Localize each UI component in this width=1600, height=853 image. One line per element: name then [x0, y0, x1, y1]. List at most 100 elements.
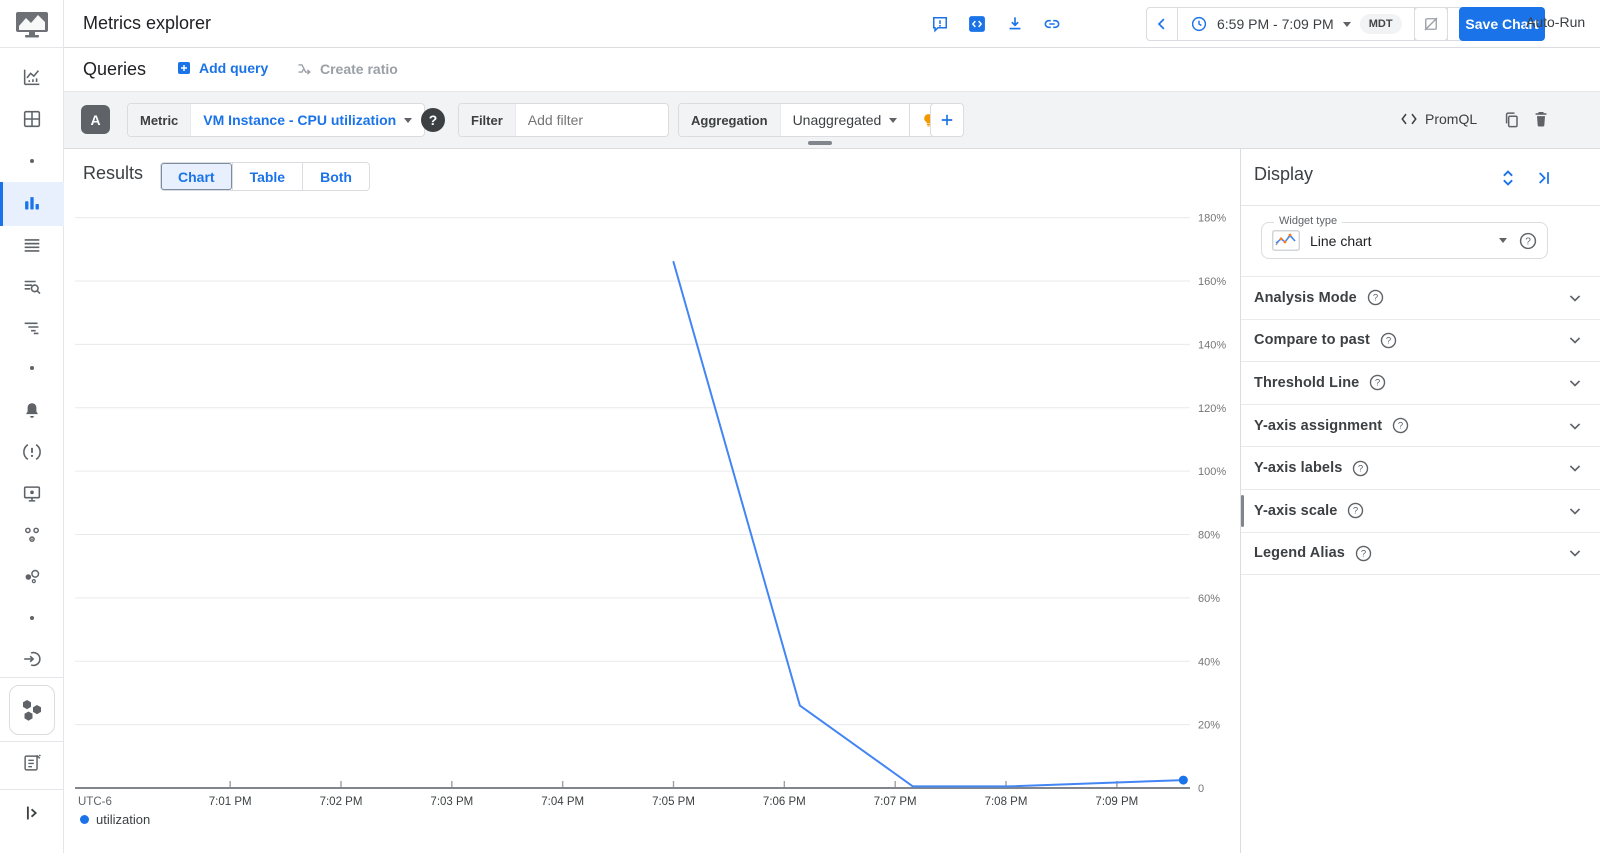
display-section-analysis-mode[interactable]: Analysis Mode? [1241, 277, 1600, 320]
display-section-y-axis-scale[interactable]: Y-axis scale? [1241, 490, 1600, 533]
aggregation-selector[interactable]: Aggregation Unaggregated [678, 103, 948, 137]
x-tick-label: 7:03 PM [430, 796, 473, 808]
help-icon: ? [1380, 332, 1397, 349]
queries-bar: Queries Add query Create ratio ✓ Auto-Ru… [64, 14, 1600, 128]
code-icon[interactable] [967, 14, 987, 34]
unfold-icon[interactable] [1497, 167, 1519, 189]
alerting-bell-icon[interactable] [21, 400, 43, 422]
metric-selector[interactable]: Metric VM Instance - CPU utilization [127, 103, 426, 137]
sidebar-pinned-product[interactable] [9, 685, 55, 735]
series-utilization [672, 261, 1185, 788]
line-chart-mini-icon [1272, 230, 1300, 251]
widget-type-field[interactable]: Widget type Line chart ? [1261, 215, 1548, 259]
display-section-threshold-line[interactable]: Threshold Line? [1241, 362, 1600, 405]
auto-run-label: Auto-Run [1526, 14, 1586, 30]
timezone-label: UTC-6 [78, 796, 112, 808]
sidebar-dot-item[interactable] [30, 366, 34, 370]
svg-text:?: ? [1398, 421, 1403, 432]
x-tick-label: 7:08 PM [985, 796, 1028, 808]
sidebar-dot-item[interactable] [30, 159, 34, 163]
chevron-down-icon [1569, 295, 1581, 302]
display-title: Display [1254, 164, 1314, 184]
time-range-dropdown[interactable]: 6:59 PM - 7:09 PM MDT [1178, 8, 1414, 40]
services-icon[interactable] [21, 524, 43, 546]
filter-field[interactable]: Filter [458, 103, 669, 137]
help-icon: ? [1353, 460, 1369, 476]
app: { "header": { "title": "Metrics explorer… [0, 0, 1600, 853]
chevron-left-icon [1157, 18, 1165, 30]
add-query-button[interactable]: Add query [176, 60, 268, 76]
help-icon[interactable]: ? [1519, 232, 1537, 250]
plus-icon [941, 114, 953, 126]
display-section-y-axis-labels[interactable]: Y-axis labels? [1241, 447, 1600, 490]
topology-icon[interactable] [21, 566, 43, 588]
delete-icon[interactable] [1531, 109, 1551, 129]
display-section-legend-alias[interactable]: Legend Alias? [1241, 533, 1600, 576]
error-reporting-icon[interactable] [21, 441, 43, 463]
trace-icon[interactable] [21, 316, 43, 338]
sidebar-dot-item[interactable] [30, 616, 34, 620]
svg-text:?: ? [1375, 378, 1380, 389]
link-icon[interactable] [1042, 14, 1062, 34]
queries-title: Queries [83, 59, 147, 79]
x-tick-label: 7:02 PM [320, 796, 363, 808]
add-sub-query-button[interactable] [930, 103, 964, 137]
x-tick-label: 7:06 PM [763, 796, 806, 808]
monitoring-logo[interactable] [0, 0, 64, 48]
svg-text:?: ? [1353, 506, 1358, 517]
monitoring-logo-icon [16, 11, 48, 37]
y-tick-label: 80% [1198, 530, 1220, 542]
expand-rail-icon[interactable] [21, 802, 43, 824]
display-panel: Display Widget type Line chart ? Analysi… [1240, 149, 1600, 853]
x-tick-label: 7:04 PM [541, 796, 584, 808]
panel-scrollbar-thumb[interactable] [1241, 495, 1244, 527]
sidebar [0, 0, 64, 853]
drag-handle[interactable] [808, 141, 832, 145]
x-tick-label: 7:01 PM [209, 796, 252, 808]
chart-legend: utilization [80, 812, 150, 827]
time-back-button[interactable] [1147, 8, 1177, 40]
chevron-down-icon [1569, 550, 1581, 558]
caret-down-icon [1499, 238, 1507, 243]
metrics-overview-icon[interactable] [21, 66, 43, 88]
integration-login-icon[interactable] [21, 648, 43, 670]
y-tick-label: 160% [1198, 276, 1226, 288]
collapse-right-icon[interactable] [1533, 168, 1553, 188]
feedback-icon[interactable] [930, 14, 950, 34]
uptime-monitor-icon[interactable] [21, 483, 43, 505]
chevron-down-icon [1569, 465, 1581, 472]
header: Metrics explorer 6:59 PM - 7:09 PM MDT S… [64, 0, 1600, 48]
download-icon[interactable] [1005, 14, 1025, 34]
filter-input[interactable] [527, 112, 668, 128]
log-search-icon[interactable] [21, 276, 43, 298]
display-section-y-axis-assignment[interactable]: Y-axis assignment? [1241, 405, 1600, 448]
promql-button[interactable]: PromQL [1400, 111, 1477, 127]
metrics-explorer-icon[interactable] [21, 193, 43, 215]
metric-label: Metric [128, 104, 192, 136]
create-ratio-button[interactable]: Create ratio [296, 60, 398, 77]
copy-icon[interactable] [1502, 110, 1522, 130]
groups-icon[interactable] [21, 234, 43, 256]
sidebar-divider [0, 677, 64, 678]
release-notes-icon[interactable] [21, 752, 43, 774]
y-tick-label: 180% [1198, 213, 1226, 225]
timezone-chip[interactable]: MDT [1359, 14, 1402, 34]
widget-type-label: Widget type [1274, 215, 1343, 227]
metric-help-button[interactable]: ? [421, 108, 445, 132]
query-letter-badge[interactable]: A [81, 105, 110, 134]
line-chart[interactable]: 180% 160% 140% 120% 100% 80% 60% 40% 20% 0 7:01 PM… [64, 149, 1240, 853]
page-title: Metrics explorer [83, 13, 212, 33]
series-endpoint-dot [1178, 775, 1188, 785]
clock-icon [1191, 16, 1207, 32]
chart-visibility-off-button[interactable] [1414, 7, 1448, 41]
collapse-up-icon[interactable] [1596, 59, 1600, 79]
promql-icon [1401, 113, 1417, 125]
ratio-icon [298, 64, 311, 75]
chart-visibility-off-icon [1424, 17, 1438, 31]
caret-down-icon [404, 117, 413, 123]
time-range-value: 6:59 PM - 7:09 PM [1217, 16, 1334, 32]
help-icon: ? [1393, 417, 1409, 434]
display-section-compare-to-past[interactable]: Compare to past? [1241, 320, 1600, 363]
aggregation-value: Unaggregated [792, 112, 882, 128]
dashboards-icon[interactable] [21, 108, 43, 130]
